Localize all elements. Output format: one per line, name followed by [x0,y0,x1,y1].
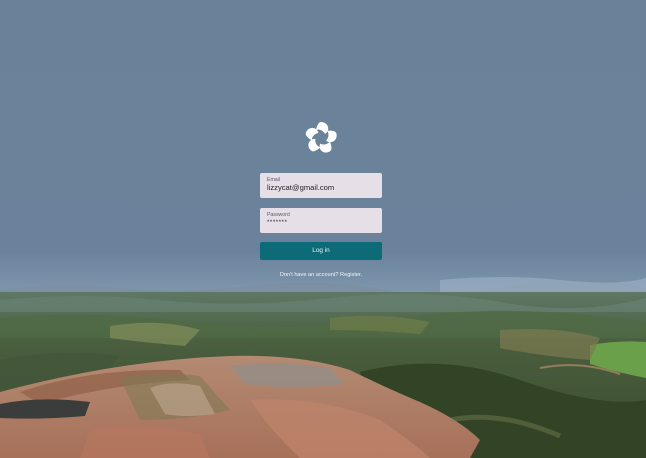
register-prompt: Don't have an account? Register. [240,272,402,278]
password-input[interactable]: ******* [267,219,375,227]
password-field[interactable]: Password ******* [260,208,382,233]
register-prompt-text: Don't have an account? [279,272,339,278]
password-label: Password [267,212,290,218]
email-field[interactable]: Email lizzycat@gmail.com [260,173,382,198]
swirl-flower-logo-icon [305,122,337,153]
register-link[interactable]: Register. [340,272,362,278]
email-input[interactable]: lizzycat@gmail.com [267,183,375,193]
login-button[interactable]: Log in [260,242,382,260]
